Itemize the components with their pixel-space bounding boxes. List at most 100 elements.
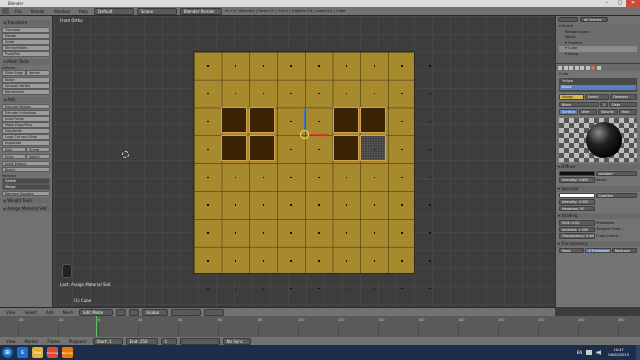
mesh-vertex[interactable] <box>373 176 376 178</box>
noise-button[interactable]: Noise <box>2 77 50 83</box>
start-frame-field[interactable]: Start: 1 <box>92 337 123 345</box>
mode-selector[interactable]: Edit Mode <box>79 308 114 316</box>
mesh-vertex[interactable] <box>262 120 265 123</box>
mesh-vertex[interactable] <box>207 288 209 290</box>
mesh-vertex[interactable] <box>345 232 348 234</box>
shading-selector-icon[interactable] <box>116 308 127 316</box>
mesh-vertex[interactable] <box>401 176 403 178</box>
mesh-vertex[interactable] <box>429 204 431 206</box>
tl-menu-playback[interactable]: Playback <box>66 339 90 344</box>
emit-field[interactable]: Emit: 0.00 <box>559 220 595 226</box>
mesh-vertex[interactable] <box>290 176 292 178</box>
data-tab-icon[interactable] <box>585 65 590 70</box>
diffuse-shader-selector[interactable]: Lambert <box>595 170 637 176</box>
mesh-vertex[interactable] <box>234 65 237 67</box>
menu-help[interactable]: Help <box>76 9 91 14</box>
mesh-vertex[interactable] <box>373 120 376 123</box>
material-name-field[interactable]: Black <box>559 101 599 107</box>
mesh-vertex[interactable] <box>290 260 292 262</box>
menu-view[interactable]: View <box>3 310 19 315</box>
timeline[interactable]: -40 -20 0 20 40 60 80 100 120 140 160 180 200 220 240 2… <box>0 316 640 337</box>
mesh-vertex[interactable] <box>373 204 376 206</box>
mesh-vertex[interactable] <box>429 288 431 290</box>
sync-selector[interactable]: No Sync <box>222 337 251 345</box>
specular-color-swatch[interactable] <box>559 192 595 198</box>
trans-z-button[interactable]: Z Transparency <box>585 247 611 253</box>
render-tab-icon[interactable] <box>558 65 562 70</box>
gizmo-center-icon[interactable] <box>300 130 309 139</box>
trans-mask-button[interactable]: Mask <box>559 247 585 253</box>
gizmo-x-axis[interactable] <box>310 134 326 135</box>
diffuse-header[interactable]: ▾ Diffuse <box>556 163 640 170</box>
mesh-vertex[interactable] <box>207 260 209 262</box>
mesh-vertex[interactable] <box>262 93 265 95</box>
translate-button[interactable]: Translate <box>2 27 50 33</box>
mesh-vertex[interactable] <box>429 260 431 262</box>
layers-widget[interactable] <box>204 308 225 316</box>
shading-header[interactable]: ▾ Shading <box>556 213 640 219</box>
material-tab-icon[interactable] <box>591 65 595 70</box>
mesh-vertex[interactable] <box>262 176 265 178</box>
mesh-vertex[interactable] <box>262 65 265 67</box>
mesh-vertex[interactable] <box>401 65 403 67</box>
mesh-vertex[interactable] <box>207 204 209 206</box>
mesh-vertex[interactable] <box>373 65 376 67</box>
mesh-vertex[interactable] <box>290 232 292 234</box>
spin-button[interactable]: Spin <box>2 146 26 153</box>
tab-volume[interactable]: Volume <box>598 109 618 115</box>
duplicate-button[interactable]: Duplicate <box>2 140 50 146</box>
mesh-vertex[interactable] <box>290 93 292 95</box>
tray-flag-icon[interactable] <box>586 350 593 355</box>
specular-intensity-field[interactable]: Intensity: 0.500 <box>559 199 595 205</box>
shrink-fatten-button[interactable]: Shrink/Fatten <box>2 45 50 51</box>
mesh-vertex[interactable] <box>318 176 320 178</box>
mesh-vertex[interactable] <box>401 120 403 123</box>
ambient-field[interactable]: Ambient: 1.000 <box>559 226 595 232</box>
mesh-vertex[interactable] <box>373 288 376 290</box>
outliner-item-lamp[interactable]: ▾ Lamp <box>559 52 637 58</box>
outliner-view-menu[interactable] <box>558 17 578 22</box>
mesh-vertex[interactable] <box>234 260 237 262</box>
mesh-vertex[interactable] <box>318 204 320 206</box>
mesh-vertex[interactable] <box>373 260 376 262</box>
deselect-button[interactable]: Deselect <box>610 94 637 100</box>
mesh-vertex[interactable] <box>262 148 265 151</box>
tab-halo[interactable]: Halo <box>618 109 638 115</box>
mesh-vertex[interactable] <box>207 176 209 178</box>
mesh-vertex[interactable] <box>207 120 209 123</box>
mesh-vertex[interactable] <box>345 93 348 95</box>
diffuse-color-swatch[interactable] <box>559 170 595 176</box>
remove-doubles-button[interactable]: Remove Doubles <box>2 190 50 197</box>
mesh-vertex[interactable] <box>345 65 348 67</box>
mesh-vertex[interactable] <box>373 148 376 151</box>
current-frame-line[interactable] <box>96 316 97 337</box>
mesh-vertex[interactable] <box>373 232 376 234</box>
knife-project-button[interactable]: Knife Project <box>2 160 50 167</box>
extrude-individual-button[interactable]: Extrude Individual <box>2 109 50 116</box>
mesh-vertex[interactable] <box>429 232 431 234</box>
menu-render[interactable]: Render <box>28 9 48 14</box>
mesh-vertex[interactable] <box>318 232 320 234</box>
specular-shader-selector[interactable]: CookTorr <box>595 192 637 198</box>
orientation-selector[interactable]: Global <box>142 308 169 316</box>
mesh-vertex[interactable] <box>234 176 237 178</box>
mesh-vertex[interactable] <box>234 120 237 123</box>
screw-button[interactable]: Screw <box>26 146 50 153</box>
mesh-vertex[interactable] <box>318 93 320 95</box>
shadeless-checkbox[interactable]: Shadeless <box>596 221 614 225</box>
panel-header-weight-tools[interactable]: ▸ Weight Tools <box>2 198 50 205</box>
tray-volume-icon[interactable] <box>596 350 602 355</box>
mesh-vertex[interactable] <box>429 65 431 67</box>
editor-type-icon[interactable] <box>2 8 9 14</box>
bisect-button[interactable]: Bisect <box>2 166 50 173</box>
mesh-vertex[interactable] <box>318 148 320 151</box>
mesh-vertex[interactable] <box>207 232 209 234</box>
gizmo-z-axis[interactable] <box>304 110 305 130</box>
mesh-vertex[interactable] <box>401 204 403 206</box>
make-edge-face-button[interactable]: Make Edge/Face <box>2 122 50 128</box>
mesh-vertex[interactable] <box>290 288 292 290</box>
randomize-button[interactable]: Randomize <box>2 89 50 95</box>
transparency-header[interactable]: ▾ Transparency <box>556 240 640 247</box>
rotate-button[interactable]: Rotate <box>2 33 50 39</box>
show-desktop-button[interactable] <box>636 345 640 360</box>
